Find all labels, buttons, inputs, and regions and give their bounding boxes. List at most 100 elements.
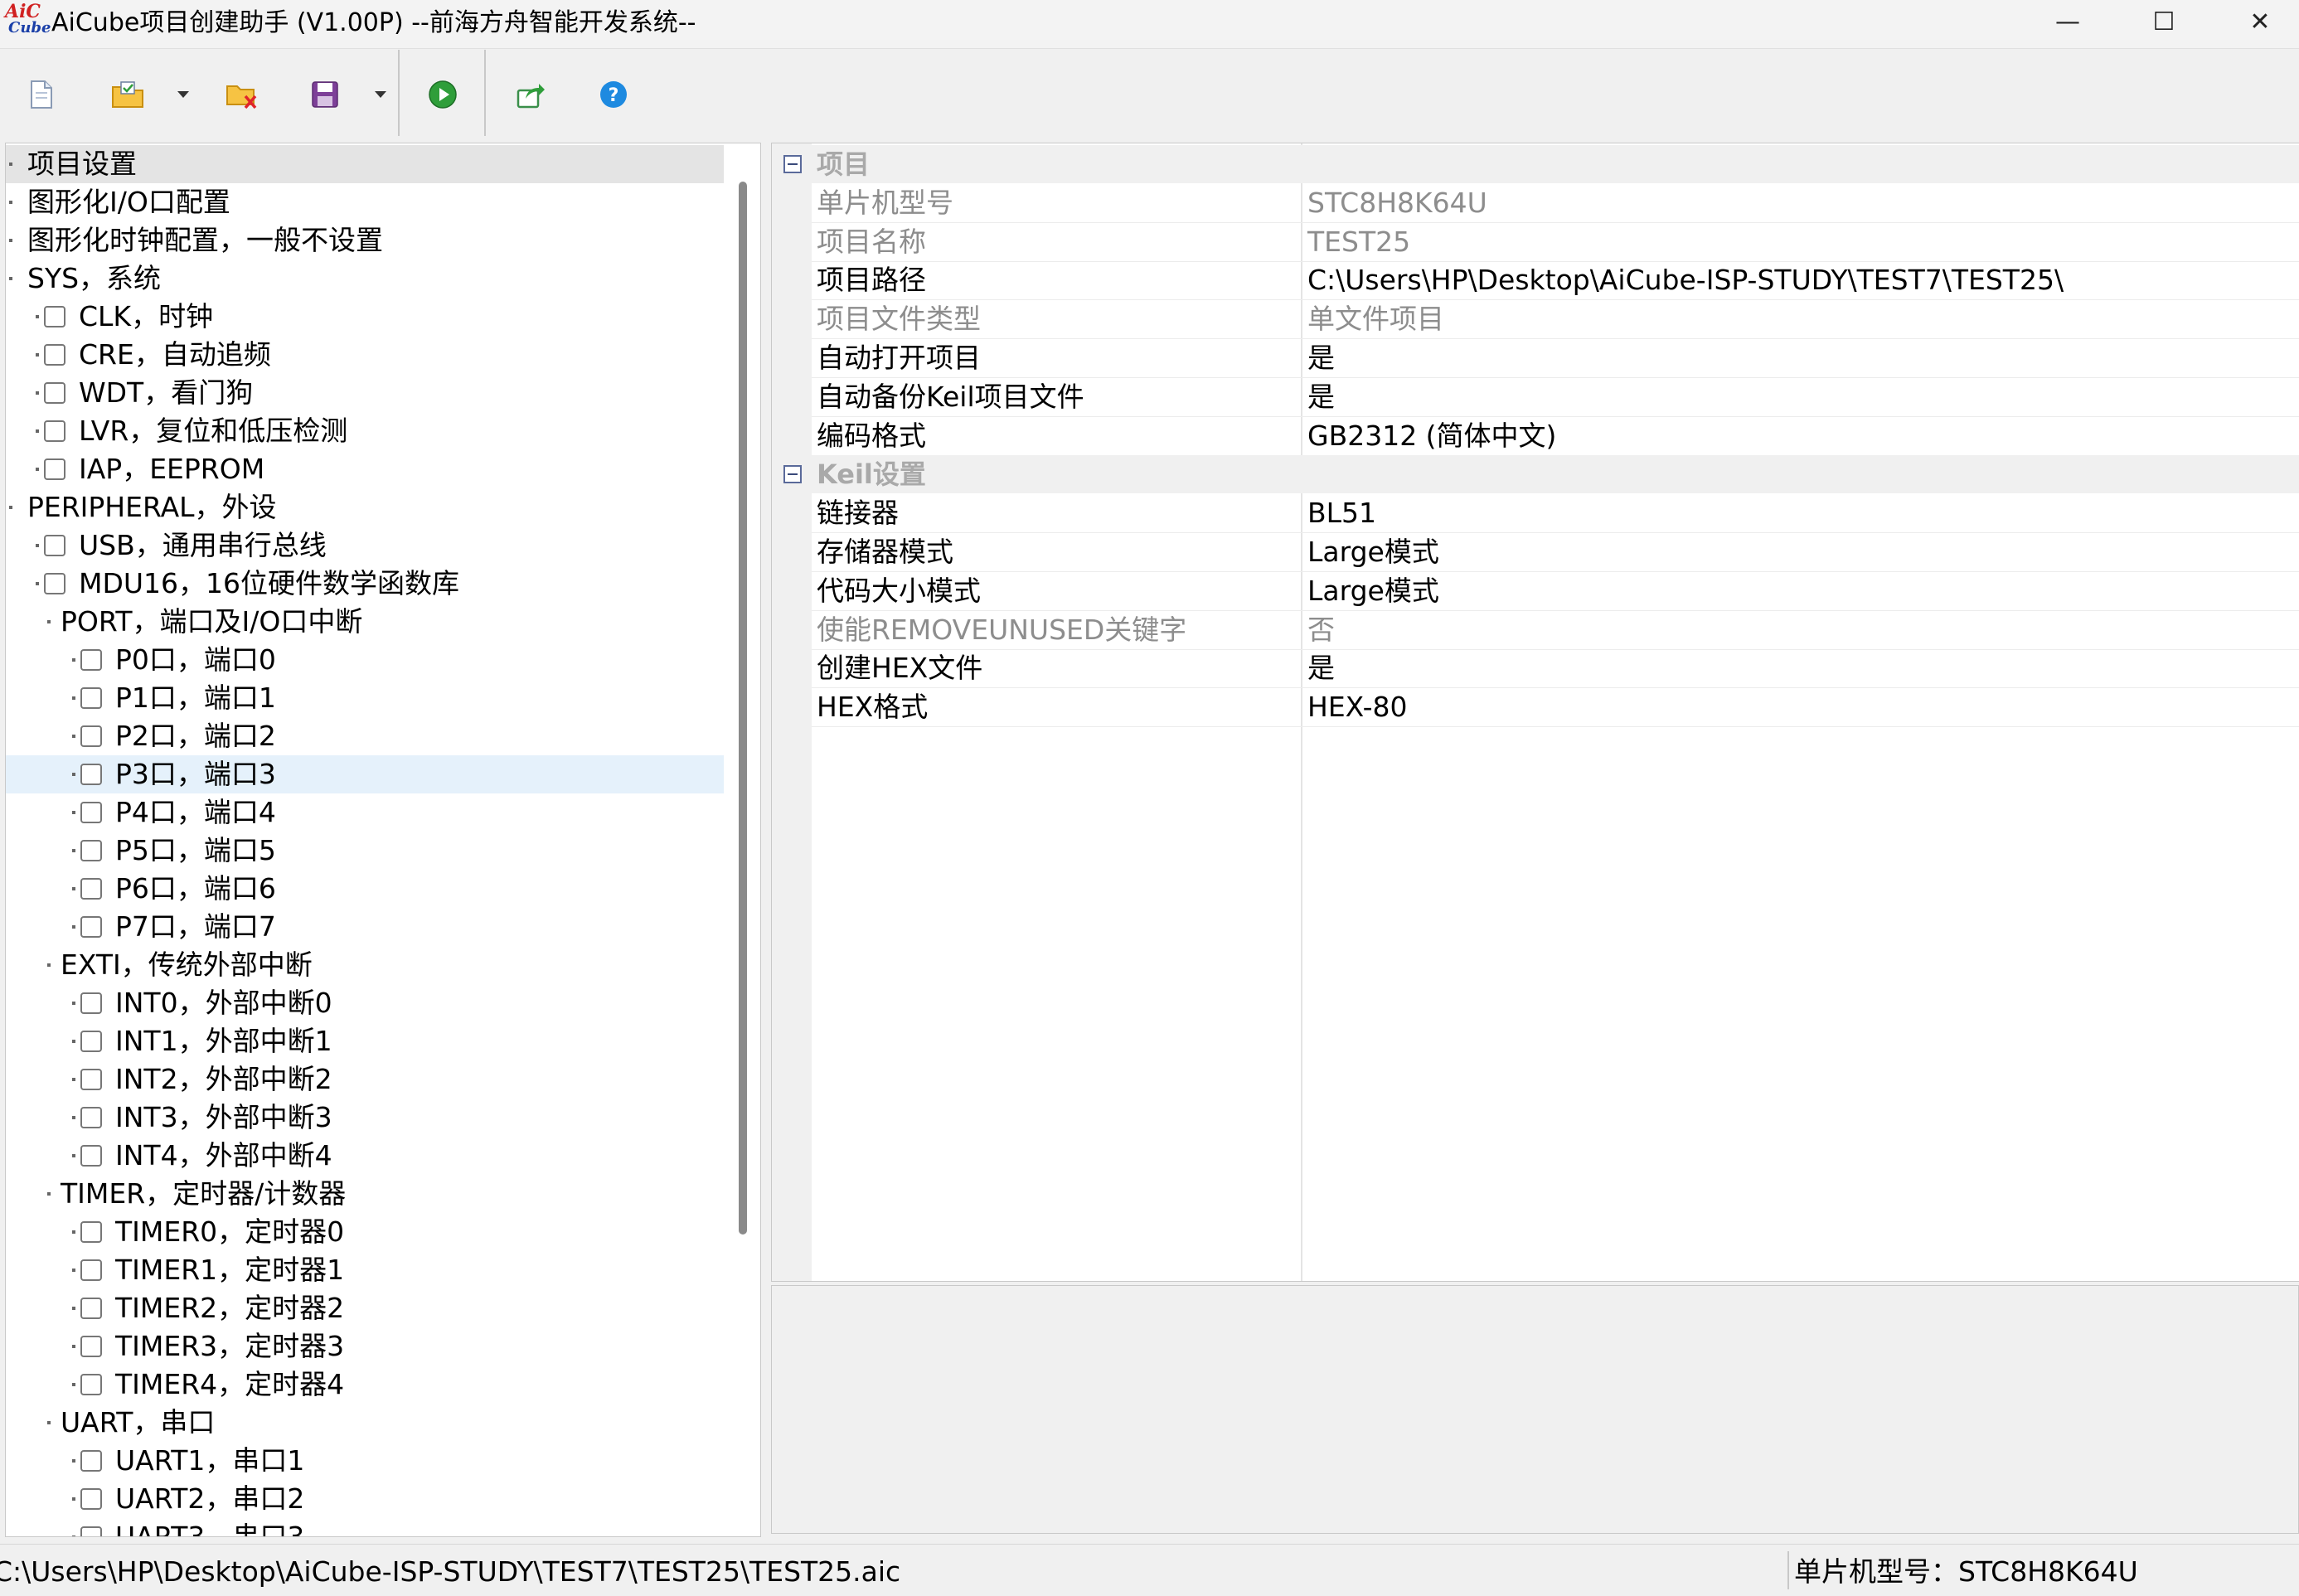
tree-item[interactable]: INT1，外部中断1: [6, 1022, 724, 1060]
tree-item-checkbox[interactable]: [80, 1450, 102, 1472]
tree-item[interactable]: TIMER，定时器/计数器: [6, 1175, 724, 1213]
tree-item-checkbox[interactable]: [80, 992, 102, 1014]
tree-item[interactable]: P0口，端口0: [6, 641, 724, 679]
tree-scrollbar-thumb[interactable]: [739, 182, 747, 1235]
help-button[interactable]: ?: [592, 73, 635, 116]
tree-item-checkbox[interactable]: [80, 878, 102, 900]
tree-item[interactable]: MDU16，16位硬件数学函数库: [6, 565, 724, 603]
tree-item[interactable]: TIMER2，定时器2: [6, 1289, 724, 1327]
tree-item-checkbox[interactable]: [80, 1069, 102, 1090]
property-row[interactable]: 使能REMOVEUNUSED关键字 否: [812, 611, 2299, 650]
tree-item[interactable]: UART，串口: [6, 1404, 724, 1442]
tree-item[interactable]: P7口，端口7: [6, 908, 724, 946]
tree-item[interactable]: CRE，自动追频: [6, 336, 724, 374]
new-project-button[interactable]: [20, 73, 63, 116]
tree-expander-icon[interactable]: [47, 1192, 51, 1196]
tree-item-checkbox[interactable]: [80, 1526, 102, 1536]
tree-item[interactable]: P1口，端口1: [6, 679, 724, 717]
tree-item[interactable]: UART3，串口3: [6, 1518, 724, 1536]
tree-item[interactable]: IAP，EEPROM: [6, 450, 724, 488]
property-row[interactable]: 自动备份Keil项目文件 是: [812, 378, 2299, 417]
run-button[interactable]: [421, 73, 464, 116]
tree-item-checkbox[interactable]: [80, 1107, 102, 1128]
property-row[interactable]: 编码格式 GB2312 (简体中文): [812, 417, 2299, 456]
property-value[interactable]: HEX-80: [1307, 688, 1408, 726]
collapse-icon[interactable]: [783, 155, 802, 173]
tree-item[interactable]: TIMER3，定时器3: [6, 1327, 724, 1366]
tree-item[interactable]: 图形化时钟配置，一般不设置: [6, 221, 724, 260]
tree-item[interactable]: TIMER4，定时器4: [6, 1366, 724, 1404]
tree-item[interactable]: P5口，端口5: [6, 832, 724, 870]
tree-expander-icon[interactable]: [47, 620, 51, 623]
tree-item[interactable]: PORT，端口及I/O口中断: [6, 603, 724, 641]
tree-item[interactable]: INT2，外部中断2: [6, 1060, 724, 1099]
tree-item[interactable]: INT0，外部中断0: [6, 984, 724, 1022]
tree-item-checkbox[interactable]: [80, 1374, 102, 1395]
property-row[interactable]: 项目文件类型 单文件项目: [812, 300, 2299, 340]
tree-expander-icon[interactable]: [9, 506, 12, 509]
tree-item-checkbox[interactable]: [44, 306, 65, 327]
tree-item-checkbox[interactable]: [80, 725, 102, 747]
tree-item-checkbox[interactable]: [80, 1298, 102, 1319]
tree-item-checkbox[interactable]: [44, 344, 65, 366]
property-row[interactable]: 代码大小模式 Large模式: [812, 572, 2299, 611]
property-row[interactable]: 项目路径 C:\Users\HP\Desktop\AiCube-ISP-STUDY…: [812, 261, 2299, 301]
tree-item[interactable]: P2口，端口2: [6, 717, 724, 755]
tree-item[interactable]: TIMER0，定时器0: [6, 1213, 724, 1251]
tree-item[interactable]: SYS，系统: [6, 260, 724, 298]
property-row[interactable]: 链接器 BL51: [812, 494, 2299, 534]
tree-item[interactable]: 图形化I/O口配置: [6, 183, 724, 221]
property-value[interactable]: 是: [1307, 649, 1335, 687]
property-row[interactable]: 项目名称 TEST25: [812, 223, 2299, 262]
tree-item-checkbox[interactable]: [80, 916, 102, 938]
tree-expander-icon[interactable]: [9, 277, 12, 280]
tree-item[interactable]: TIMER1，定时器1: [6, 1251, 724, 1289]
tree-item-checkbox[interactable]: [80, 649, 102, 671]
tree-item-checkbox[interactable]: [44, 382, 65, 404]
tree-item[interactable]: P6口，端口6: [6, 870, 724, 908]
config-tree[interactable]: 项目设置 图形化I/O口配置 图形化时钟配置，一般不设置 SYS，系统 CLK，时钟 CR…: [5, 143, 761, 1537]
close-button[interactable]: ✕: [2212, 0, 2299, 43]
tree-item-checkbox[interactable]: [80, 802, 102, 823]
save-dropdown-button[interactable]: [370, 86, 391, 103]
tree-item-checkbox[interactable]: [44, 420, 65, 442]
tree-item[interactable]: P3口，端口3: [6, 755, 724, 793]
property-value[interactable]: 是: [1307, 378, 1335, 416]
tree-item-checkbox[interactable]: [80, 1221, 102, 1243]
tree-item-checkbox[interactable]: [80, 1488, 102, 1510]
property-value[interactable]: 是: [1307, 339, 1335, 377]
property-grid[interactable]: 项目 单片机型号 STC8H8K64U 项目名称 TEST25 项目路径 C:\Users\…: [771, 143, 2299, 1282]
tree-item[interactable]: INT4，外部中断4: [6, 1137, 724, 1175]
tree-expander-icon[interactable]: [9, 239, 12, 242]
tree-expander-icon[interactable]: [47, 1421, 51, 1424]
tree-item-checkbox[interactable]: [80, 1259, 102, 1281]
tree-item-checkbox[interactable]: [80, 687, 102, 709]
tree-item[interactable]: UART2，串口2: [6, 1480, 724, 1518]
property-value[interactable]: Large模式: [1307, 533, 1439, 571]
tree-item-checkbox[interactable]: [44, 573, 65, 594]
tree-item-checkbox[interactable]: [80, 1336, 102, 1357]
property-value[interactable]: GB2312 (简体中文): [1307, 417, 1556, 455]
tree-expander-icon[interactable]: [9, 163, 12, 166]
save-button[interactable]: [303, 73, 347, 116]
open-dropdown-button[interactable]: [172, 86, 194, 103]
tree-item-checkbox[interactable]: [44, 458, 65, 480]
tree-item-checkbox[interactable]: [80, 1145, 102, 1167]
tree-item-checkbox[interactable]: [80, 1031, 102, 1052]
export-button[interactable]: [509, 73, 552, 116]
tree-expander-icon[interactable]: [47, 963, 51, 967]
property-row[interactable]: 单片机型号 STC8H8K64U: [812, 184, 2299, 223]
property-row[interactable]: 存储器模式 Large模式: [812, 533, 2299, 572]
property-value[interactable]: Large模式: [1307, 572, 1439, 610]
tree-item[interactable]: 项目设置: [6, 145, 724, 183]
tree-item[interactable]: P4口，端口4: [6, 793, 724, 832]
tree-item[interactable]: INT3，外部中断3: [6, 1099, 724, 1137]
tree-item[interactable]: LVR，复位和低压检测: [6, 412, 724, 450]
property-row[interactable]: 创建HEX文件 是: [812, 649, 2299, 689]
property-value[interactable]: C:\Users\HP\Desktop\AiCube-ISP-STUDY\TES…: [1307, 261, 2064, 299]
tree-item[interactable]: EXTI，传统外部中断: [6, 946, 724, 984]
minimize-button[interactable]: —: [2020, 0, 2116, 43]
close-project-button[interactable]: [221, 73, 264, 116]
tree-item[interactable]: CLK，时钟: [6, 298, 724, 336]
tree-item[interactable]: UART1，串口1: [6, 1442, 724, 1480]
